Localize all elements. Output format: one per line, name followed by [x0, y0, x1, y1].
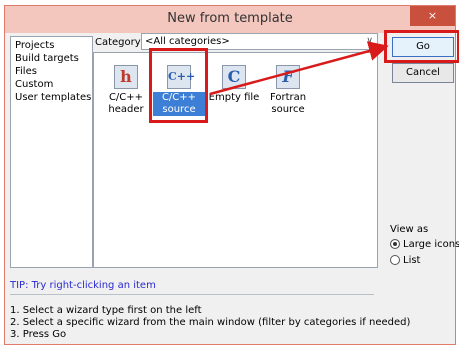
radio-label: Large icons: [403, 239, 459, 250]
radio-list[interactable]: List: [390, 255, 420, 267]
instruction-line: 1. Select a wizard type first on the lef…: [10, 305, 202, 316]
annotation-arrow: [209, 41, 389, 96]
radio-selected-icon: [390, 239, 400, 249]
separator: [10, 294, 374, 295]
tip-text: TIP: Try right-clicking an item: [10, 280, 156, 291]
instruction-line: 2. Select a specific wizard from the mai…: [10, 317, 411, 328]
radio-label: List: [403, 255, 421, 266]
instructions: 1. Select a wizard type first on the lef…: [10, 305, 410, 341]
view-as-label: View as: [390, 224, 429, 235]
radio-unselected-icon: [390, 255, 400, 265]
instruction-line: 3. Press Go: [10, 329, 67, 340]
radio-large-icons[interactable]: Large icons: [390, 239, 459, 251]
